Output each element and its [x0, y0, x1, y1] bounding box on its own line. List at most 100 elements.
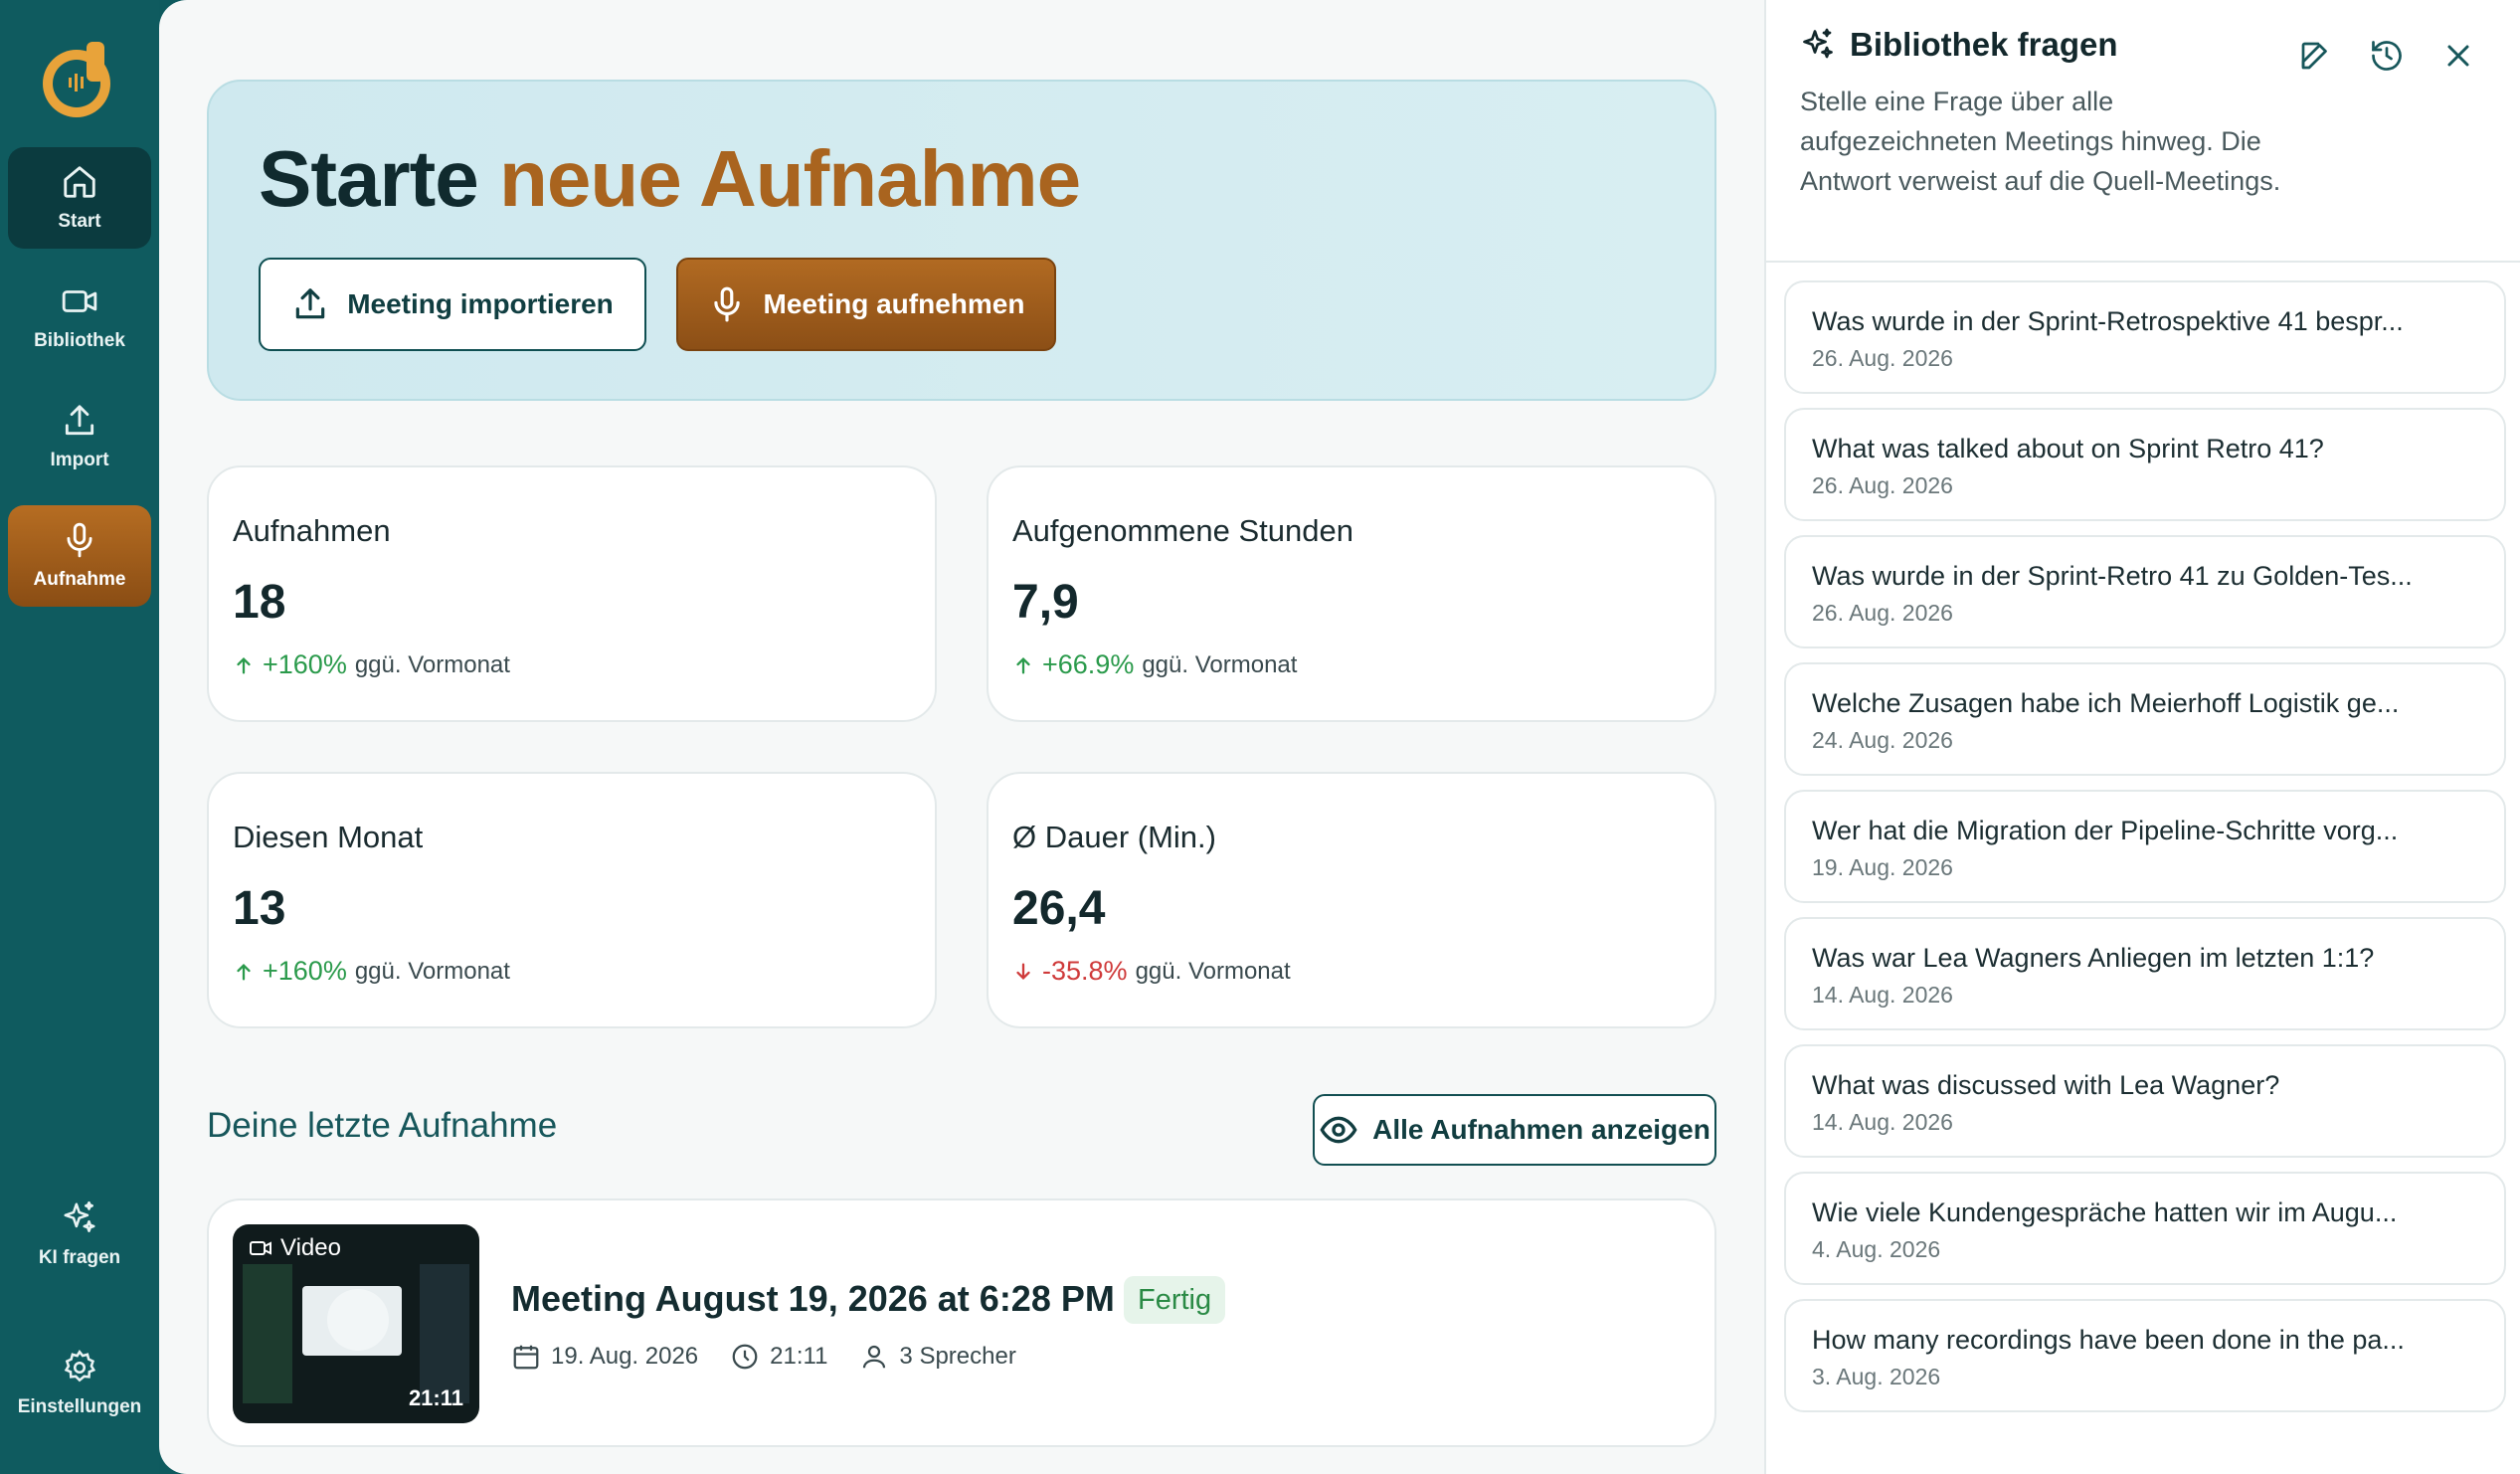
sidebar-item-aufnahme[interactable]: Aufnahme [8, 505, 151, 607]
stat-card-diesen-monat: Diesen Monat 13 +160% ggü. Vormonat [207, 772, 937, 1028]
list-item[interactable]: Wie viele Kundengespräche hatten wir im … [1784, 1172, 2506, 1285]
status-badge: Fertig [1124, 1276, 1226, 1324]
sidebar-item-label: KI fragen [38, 1247, 121, 1268]
stat-delta-suffix: ggü. Vormonat [354, 957, 510, 985]
recording-date-label: 19. Aug. 2026 [551, 1343, 699, 1370]
stat-delta-value: +160% [263, 649, 347, 679]
recording-date: 19. Aug. 2026 [511, 1342, 698, 1372]
clock-icon [732, 1344, 758, 1370]
new-question-button[interactable] [2297, 38, 2333, 74]
import-meeting-button[interactable]: Meeting importieren [259, 258, 646, 351]
question-date: 24. Aug. 2026 [1812, 727, 1953, 753]
list-item[interactable]: Was war Lea Wagners Anliegen im letzten … [1784, 917, 2506, 1030]
list-item[interactable]: Welche Zusagen habe ich Meierhoff Logist… [1784, 662, 2506, 776]
thumbnail-panel-left [243, 1264, 292, 1403]
list-item[interactable]: How many recordings have been done in th… [1784, 1299, 2506, 1412]
calendar-icon [513, 1345, 539, 1370]
stat-delta-value: +66.9% [1042, 649, 1135, 679]
thumbnail-duration: 21:11 [408, 1385, 463, 1410]
stat-label: Aufnahmen [233, 513, 391, 548]
sidebar-item-bibliothek[interactable]: Bibliothek [8, 267, 151, 368]
stat-card-aufnahmen: Aufnahmen 18 +160% ggü. Vormonat [207, 465, 937, 722]
sidebar-item-import[interactable]: Import [8, 386, 151, 487]
question-date: 3. Aug. 2026 [1812, 1364, 1941, 1389]
sidebar: Start Bibliothek Import Aufnahme KI frag… [0, 0, 159, 1474]
stat-value: 13 [233, 882, 286, 935]
panel-description: Stelle eine Frage über alle aufgezeichne… [1800, 87, 2281, 196]
question-date: 19. Aug. 2026 [1812, 854, 1953, 880]
recent-recording-card[interactable]: Video 21:11 Meeting August 19, 2026 at 6… [207, 1198, 1716, 1447]
video-thumbnail[interactable]: Video 21:11 [233, 1224, 479, 1423]
sparkles-icon [64, 1200, 95, 1232]
list-item[interactable]: Was wurde in der Sprint-Retrospektive 41… [1784, 280, 2506, 394]
eye-icon [1320, 1116, 1357, 1144]
stat-delta: +160% ggü. Vormonat [233, 649, 510, 680]
microphone-icon [67, 522, 92, 558]
stat-value: 26,4 [1012, 882, 1106, 935]
main-content: Starte neue Aufnahme Meeting importieren… [159, 0, 1764, 1474]
show-all-label: Alle Aufnahmen anzeigen [1372, 1114, 1710, 1145]
upload-icon [295, 288, 325, 319]
panel-header: Bibliothek fragen [1800, 26, 2118, 64]
close-panel-button[interactable] [2440, 38, 2476, 74]
question-date: 26. Aug. 2026 [1812, 600, 1953, 626]
panel-title: Bibliothek fragen [1850, 26, 2118, 63]
list-item[interactable]: Wer hat die Migration der Pipeline-Schri… [1784, 790, 2506, 903]
question-text: Wer hat die Migration der Pipeline-Schri… [1812, 816, 2399, 845]
question-text: Welche Zusagen habe ich Meierhoff Logist… [1812, 688, 2400, 718]
recording-duration-label: 21:11 [770, 1343, 828, 1370]
video-tag-label: Video [280, 1234, 341, 1261]
upload-icon [65, 405, 94, 436]
play-icon[interactable] [327, 1289, 389, 1351]
stat-value: 7,9 [1012, 576, 1079, 629]
recording-duration: 21:11 [730, 1342, 827, 1372]
app-logo[interactable] [35, 36, 124, 125]
stat-card-stunden: Aufgenommene Stunden 7,9 +66.9% ggü. Vor… [987, 465, 1716, 722]
thumbnail-panel-right [420, 1264, 469, 1403]
stat-delta: -35.8% ggü. Vormonat [1012, 956, 1291, 987]
question-date: 14. Aug. 2026 [1812, 1109, 1953, 1135]
arrow-up-icon [237, 656, 251, 673]
record-meeting-label: Meeting aufnehmen [763, 288, 1025, 319]
panel-actions [2297, 38, 2476, 74]
hero-card: Starte neue Aufnahme Meeting importieren… [207, 80, 1716, 401]
page-title-accent: neue Aufnahme [499, 134, 1081, 223]
recording-speakers-label: 3 Sprecher [899, 1343, 1016, 1370]
question-text: Was wurde in der Sprint-Retrospektive 41… [1812, 306, 2404, 336]
sidebar-item-label: Aufnahme [33, 569, 126, 590]
page-title-part1: Starte [259, 134, 479, 223]
stat-delta-suffix: ggü. Vormonat [1142, 650, 1298, 678]
sidebar-item-ki-fragen[interactable]: KI fragen [8, 1184, 151, 1285]
sidebar-item-start[interactable]: Start [8, 147, 151, 249]
arrow-up-icon [1016, 656, 1030, 673]
panel-divider [1766, 261, 2520, 263]
stat-label: Ø Dauer (Min.) [1012, 820, 1216, 854]
sidebar-item-label: Import [50, 450, 109, 470]
import-meeting-label: Meeting importieren [347, 288, 614, 319]
stat-delta-value: +160% [263, 956, 347, 986]
user-icon [863, 1345, 886, 1369]
sparkles-icon [1803, 28, 1833, 59]
question-date: 4. Aug. 2026 [1812, 1236, 1941, 1262]
arrow-up-icon [237, 963, 251, 980]
edit-icon [2301, 42, 2327, 70]
recording-title[interactable]: Meeting August 19, 2026 at 6:28 PM [511, 1278, 1115, 1320]
sidebar-item-label: Bibliothek [34, 330, 125, 351]
stat-delta: +66.9% ggü. Vormonat [1012, 649, 1297, 680]
question-date: 14. Aug. 2026 [1812, 982, 1953, 1008]
stat-label: Aufgenommene Stunden [1012, 513, 1353, 548]
stat-delta-suffix: ggü. Vormonat [1135, 957, 1291, 985]
page-title: Starte neue Aufnahme [259, 133, 1081, 225]
question-text: Was wurde in der Sprint-Retro 41 zu Gold… [1812, 561, 2413, 591]
show-all-recordings-button[interactable]: Alle Aufnahmen anzeigen [1313, 1094, 1716, 1166]
section-title: Deine letzte Aufnahme [207, 1106, 558, 1145]
record-meeting-button[interactable]: Meeting aufnehmen [676, 258, 1056, 351]
list-item[interactable]: What was talked about on Sprint Retro 41… [1784, 408, 2506, 521]
question-date: 26. Aug. 2026 [1812, 345, 1953, 371]
sidebar-item-einstellungen[interactable]: Einstellungen [8, 1333, 151, 1434]
list-item[interactable]: Was wurde in der Sprint-Retro 41 zu Gold… [1784, 535, 2506, 648]
list-item[interactable]: What was discussed with Lea Wagner? 14. A… [1784, 1044, 2506, 1158]
video-tag: Video [249, 1234, 341, 1262]
stat-value: 18 [233, 576, 286, 629]
history-button[interactable] [2369, 38, 2405, 74]
